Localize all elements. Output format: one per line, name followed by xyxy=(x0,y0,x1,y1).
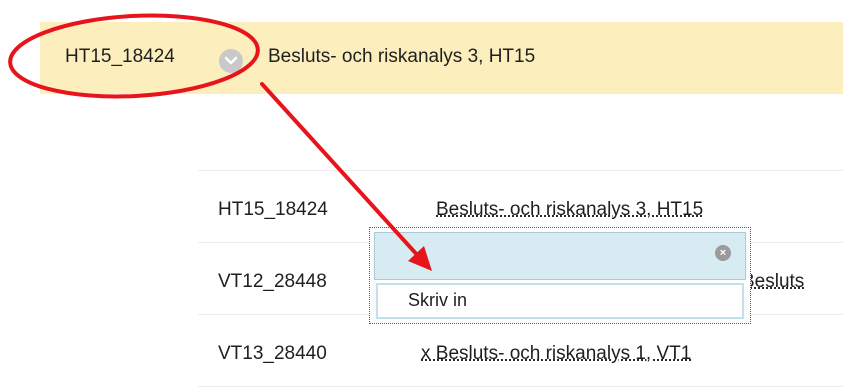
annotation-overlay xyxy=(8,13,432,271)
highlight-ellipse xyxy=(8,13,260,99)
annotation-arrow-line xyxy=(260,82,422,260)
